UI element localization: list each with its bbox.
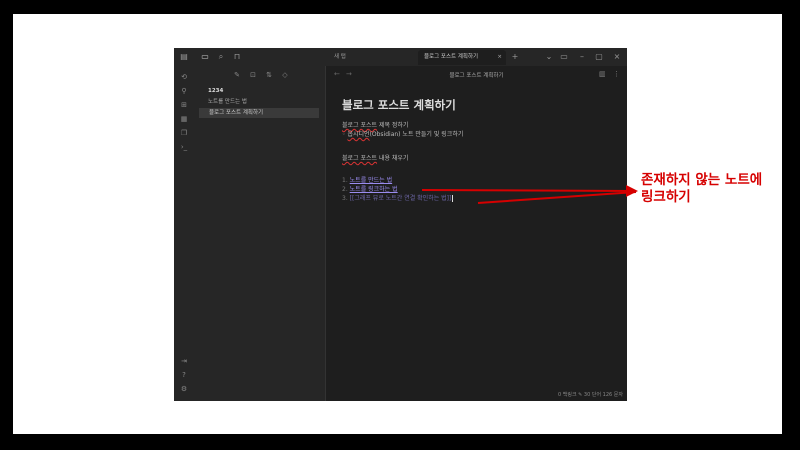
annotation-line: 링크하기 xyxy=(641,189,691,205)
annotation-line: 존재하지 않는 노트에 xyxy=(641,172,763,188)
arrow-line xyxy=(477,191,637,204)
annotation-text: 존재하지 않는 노트에 링크하기 xyxy=(641,172,762,206)
annotation-arrows xyxy=(421,184,638,204)
arrow-line xyxy=(421,184,638,197)
